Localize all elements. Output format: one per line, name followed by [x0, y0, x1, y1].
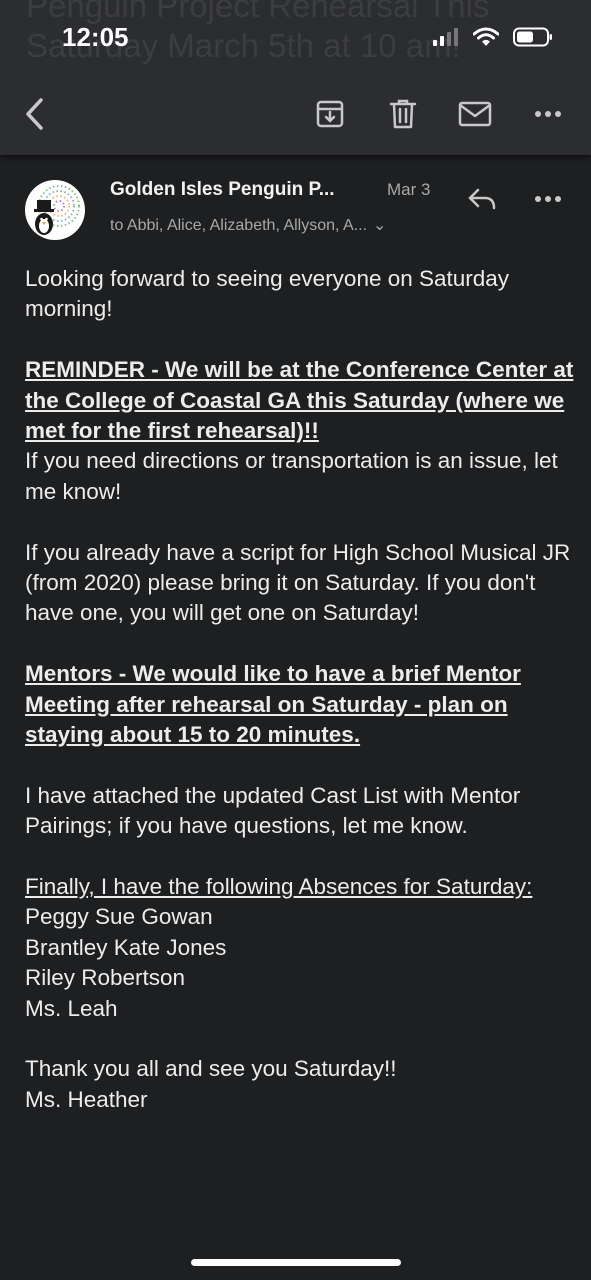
message-header: Golden Isles Penguin P... Mar 3 to Abbi,… [0, 165, 591, 255]
wifi-icon [473, 27, 499, 46]
absence-item: Riley Robertson [25, 965, 186, 991]
top-app-bar: Penguin Project Rehearsal This Saturday … [0, 0, 591, 155]
status-time: 12:05 [62, 22, 129, 52]
absence-item: Peggy Sue Gowan [25, 904, 213, 930]
recipients-text: to Abbi, Alice, Alizabeth, Allyson, A... [110, 217, 368, 234]
message-toolbar [0, 92, 591, 136]
absences-heading: Finally, I have the following Absences f… [25, 874, 533, 900]
battery-icon [513, 27, 552, 47]
home-indicator[interactable] [191, 1259, 401, 1266]
reminder-text: REMINDER - We will be at the Conference … [25, 357, 574, 444]
reply-icon [468, 188, 496, 210]
more-horizontal-icon [535, 111, 561, 117]
back-button[interactable] [12, 92, 56, 136]
body-paragraph: I have attached the updated Cast List wi… [25, 782, 521, 839]
body-paragraph: If you already have a script for High Sc… [25, 539, 571, 626]
body-paragraph: Looking forward to seeing everyone on Sa… [25, 266, 510, 322]
archive-icon [316, 100, 344, 128]
more-options-button[interactable] [526, 92, 570, 136]
cellular-signal-icon [433, 28, 458, 46]
message-date: Mar 3 [387, 180, 431, 199]
delete-button[interactable] [381, 92, 425, 136]
avatar[interactable] [25, 180, 85, 240]
absence-item: Ms. Leah [25, 995, 118, 1021]
message-body: Looking forward to seeing everyone on Sa… [25, 264, 575, 1115]
reply-button[interactable] [460, 177, 504, 221]
message-more-button[interactable] [526, 177, 570, 221]
absence-item: Brantley Kate Jones [25, 934, 227, 960]
mark-unread-button[interactable] [453, 92, 497, 136]
signature: Ms. Heather [25, 1086, 148, 1112]
sender-name[interactable]: Golden Isles Penguin P... [110, 179, 370, 201]
recipients-toggle[interactable]: to Abbi, Alice, Alizabeth, Allyson, A...… [110, 215, 386, 235]
status-icons [433, 27, 553, 47]
chevron-left-icon [26, 98, 43, 130]
mail-icon [458, 101, 492, 127]
mentors-text: Mentors - We would like to have a brief … [25, 661, 521, 748]
body-paragraph: If you need directions or transportation… [25, 448, 558, 504]
trash-icon [389, 99, 417, 129]
closing-text: Thank you all and see you Saturday!! [25, 1056, 397, 1082]
archive-button[interactable] [308, 92, 352, 136]
chevron-down-icon: ⌄ [373, 217, 387, 234]
penguin-logo-icon [34, 185, 80, 235]
more-horizontal-icon [535, 196, 561, 202]
